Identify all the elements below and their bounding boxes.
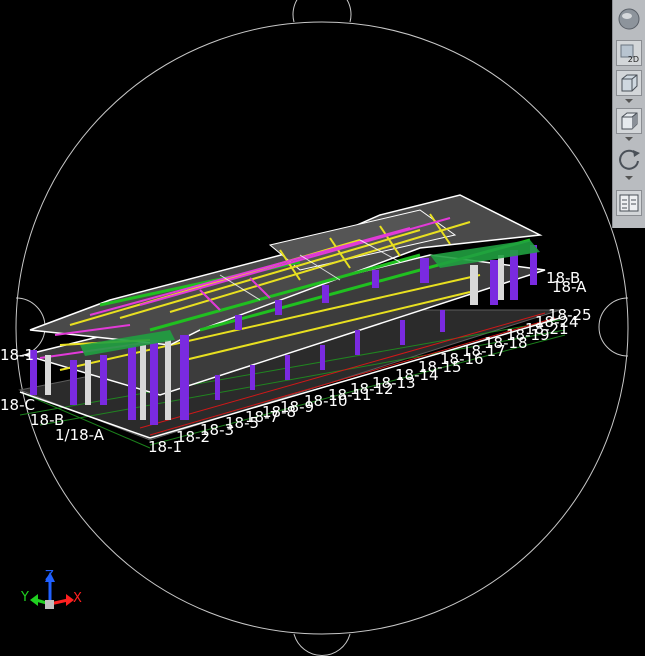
grid-label: 18-C: [0, 396, 35, 414]
grid-labels-right: 18-A 18-B: [546, 269, 587, 296]
view-cube-button[interactable]: [616, 6, 642, 32]
shaded-box-view-icon: [621, 112, 638, 130]
axis-triad: Z X Y: [20, 569, 82, 609]
orbit-handle-top[interactable]: [292, 0, 352, 23]
orbit-button[interactable]: [616, 146, 642, 172]
view-cube-sphere-icon: [618, 8, 640, 30]
2d-label: 2D: [627, 55, 639, 64]
x-axis-label: X: [73, 591, 82, 606]
3d-box-view-icon: [621, 74, 638, 92]
grid-label: 18-1: [0, 346, 34, 364]
grid-label: 18-25: [548, 306, 592, 324]
2d-view-button[interactable]: 2D: [616, 40, 642, 66]
orbit-dropdown-icon[interactable]: [625, 176, 633, 180]
shaded-box-view-dropdown-icon[interactable]: [625, 137, 633, 141]
view-toolbar: 2D: [612, 0, 645, 228]
properties-panel-icon: [619, 194, 639, 212]
properties-panel-button[interactable]: [616, 190, 642, 216]
z-axis-label: Z: [45, 569, 54, 584]
orbit-handle-right[interactable]: [598, 297, 629, 357]
orbit-rotate-icon: [619, 149, 640, 170]
shaded-box-view-button[interactable]: [616, 108, 642, 134]
3d-box-view-button[interactable]: [616, 70, 642, 96]
3d-model-viewport[interactable]: 18-1 18-2 18-3 18-5 18-7 18-8 18-9 18-10…: [0, 0, 645, 656]
y-axis-label: Y: [20, 590, 29, 605]
grid-label: 18-B: [30, 411, 64, 429]
3d-box-view-dropdown-icon[interactable]: [625, 99, 633, 103]
grid-label: 18-B: [546, 269, 580, 287]
building-model-view[interactable]: 18-1 18-2 18-3 18-5 18-7 18-8 18-9 18-10…: [0, 0, 645, 656]
orbit-handle-bottom[interactable]: [293, 633, 351, 656]
